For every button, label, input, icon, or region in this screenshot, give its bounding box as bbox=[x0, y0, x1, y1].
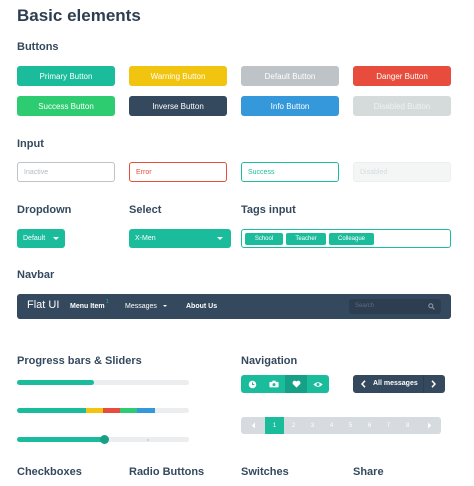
page-4[interactable]: 4 bbox=[322, 417, 341, 434]
progress-segment bbox=[103, 408, 121, 413]
input-heading: Input bbox=[17, 138, 44, 150]
navbar: Flat UI Menu Item 1 Messages About Us Se… bbox=[17, 294, 451, 319]
page-8[interactable]: 8 bbox=[398, 417, 417, 434]
progress-segment bbox=[85, 408, 103, 413]
heart-icon bbox=[292, 380, 300, 388]
nav-messages[interactable]: Messages bbox=[125, 303, 157, 310]
share-heading: Share bbox=[353, 466, 384, 478]
progress-segment bbox=[137, 408, 155, 413]
clock-icon bbox=[248, 380, 256, 388]
pager-divider bbox=[423, 375, 424, 393]
success-input[interactable]: Success bbox=[241, 162, 339, 182]
progress-bar bbox=[17, 380, 189, 385]
menu-item-badge: 1 bbox=[106, 299, 109, 305]
page-5[interactable]: 5 bbox=[341, 417, 360, 434]
search-icon[interactable] bbox=[428, 303, 435, 310]
page-6[interactable]: 6 bbox=[360, 417, 379, 434]
danger-button[interactable]: Danger Button bbox=[353, 66, 451, 86]
page-2[interactable]: 2 bbox=[284, 417, 303, 434]
all-messages-pager: All messages bbox=[353, 375, 445, 393]
navbar-search-input[interactable]: Search bbox=[349, 299, 441, 314]
chevron-left-icon[interactable] bbox=[361, 380, 366, 388]
progress-segment bbox=[120, 408, 138, 413]
page-title: Basic elements bbox=[17, 6, 141, 25]
chevron-right-icon[interactable] bbox=[431, 380, 436, 388]
progress-heading: Progress bars & Sliders bbox=[17, 355, 142, 367]
slider-handle[interactable] bbox=[100, 434, 110, 444]
nav-menu-item[interactable]: Menu Item bbox=[70, 303, 105, 310]
default-dropdown[interactable]: Default bbox=[17, 229, 65, 248]
radio-heading: Radio Buttons bbox=[129, 466, 205, 478]
x-men-select[interactable]: X-Men bbox=[129, 229, 231, 248]
navbar-heading: Navbar bbox=[17, 269, 55, 281]
caret-left-icon bbox=[251, 422, 255, 429]
tag-school[interactable]: School bbox=[245, 233, 283, 245]
info-button[interactable]: Info Button bbox=[241, 96, 339, 116]
camera-icon bbox=[269, 380, 279, 388]
page-7[interactable]: 7 bbox=[379, 417, 398, 434]
nav-about[interactable]: About Us bbox=[186, 303, 217, 310]
switches-heading: Switches bbox=[241, 466, 289, 478]
tag-teacher[interactable]: Teacher bbox=[286, 233, 326, 245]
nav-eye-button[interactable] bbox=[307, 375, 329, 393]
tags-input[interactable]: School Teacher Colleague bbox=[241, 229, 451, 248]
slider[interactable] bbox=[17, 434, 189, 444]
slider-tick bbox=[147, 439, 149, 441]
tag-colleague[interactable]: Colleague bbox=[329, 233, 374, 245]
disabled-input: Disabled bbox=[353, 162, 451, 182]
progress-bar-fill bbox=[17, 380, 95, 385]
messages-caret-icon bbox=[163, 305, 167, 307]
disabled-button: Disabled Button bbox=[353, 96, 451, 116]
progress-segment bbox=[17, 408, 86, 413]
pagination-next-button[interactable] bbox=[417, 417, 441, 434]
nav-clock-button[interactable] bbox=[241, 375, 263, 393]
default-button[interactable]: Default Button bbox=[241, 66, 339, 86]
search-placeholder: Search bbox=[355, 303, 375, 309]
warning-button[interactable]: Warning Button bbox=[129, 66, 227, 86]
all-messages-label[interactable]: All messages bbox=[373, 380, 418, 387]
slider-fill bbox=[17, 437, 105, 442]
buttons-heading: Buttons bbox=[17, 41, 59, 53]
nav-camera-button[interactable] bbox=[263, 375, 285, 393]
navbar-brand[interactable]: Flat UI bbox=[27, 299, 59, 311]
page-1[interactable]: 1 bbox=[265, 417, 284, 434]
page-3[interactable]: 3 bbox=[303, 417, 322, 434]
inactive-input[interactable]: Inactive bbox=[17, 162, 115, 182]
caret-right-icon bbox=[427, 422, 431, 429]
caret-down-icon bbox=[217, 237, 223, 240]
caret-down-icon bbox=[53, 237, 59, 240]
eye-icon bbox=[313, 381, 323, 387]
dropdown-label: Default bbox=[23, 235, 46, 242]
multi-progress-bar bbox=[17, 408, 189, 413]
navigation-heading: Navigation bbox=[241, 355, 298, 367]
select-value: X-Men bbox=[135, 235, 156, 242]
tags-heading: Tags input bbox=[241, 204, 296, 216]
checkboxes-heading: Checkboxes bbox=[17, 466, 82, 478]
dropdown-heading: Dropdown bbox=[17, 204, 72, 216]
error-input[interactable]: Error bbox=[129, 162, 227, 182]
success-button[interactable]: Success Button bbox=[17, 96, 115, 116]
nav-heart-button[interactable] bbox=[285, 375, 307, 393]
primary-button[interactable]: Primary Button bbox=[17, 66, 115, 86]
pagination-prev-button[interactable] bbox=[241, 417, 265, 434]
inverse-button[interactable]: Inverse Button bbox=[129, 96, 227, 116]
select-heading: Select bbox=[129, 204, 162, 216]
